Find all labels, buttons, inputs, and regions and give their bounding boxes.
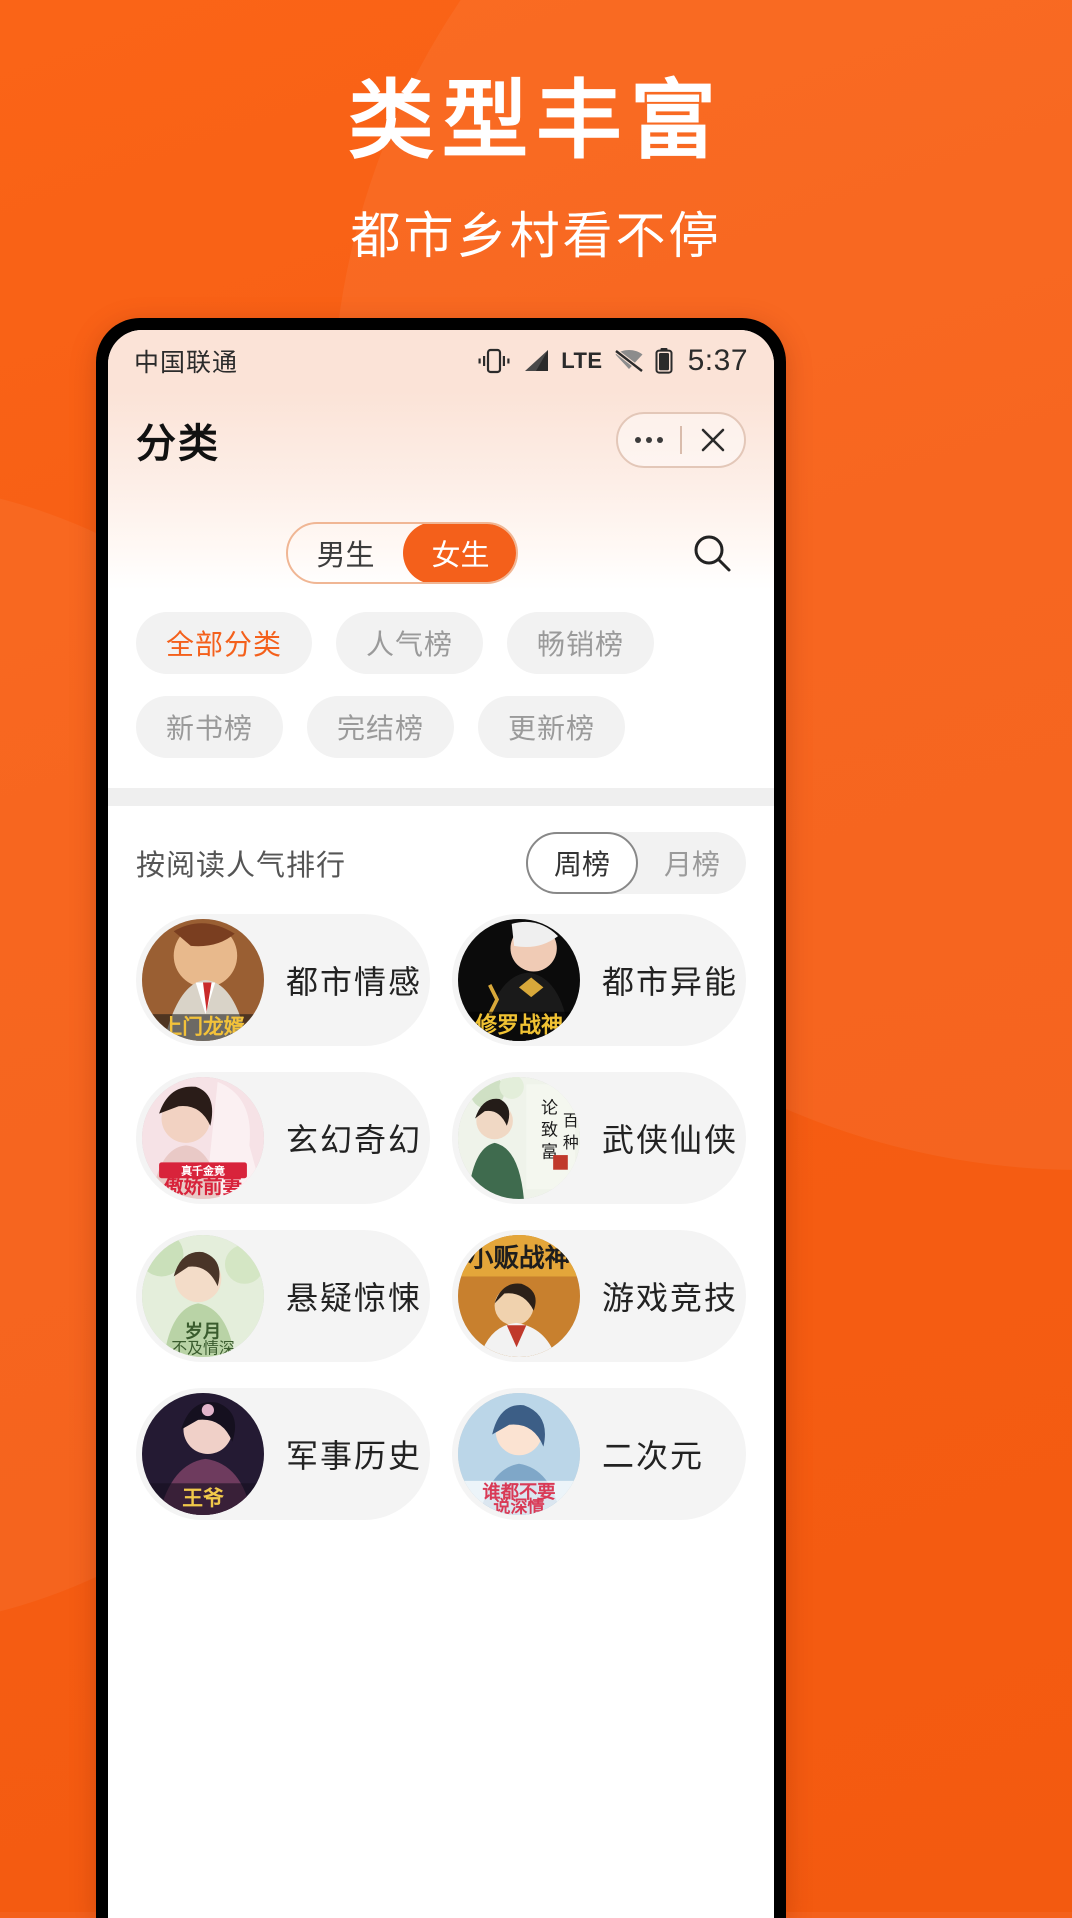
chip-bestseller[interactable]: 畅销榜	[507, 612, 655, 674]
category-label: 悬疑惊悚	[286, 1280, 423, 1316]
category-label: 武侠仙侠	[602, 1122, 739, 1158]
category-item-7[interactable]: 谁都不要 说深情 二次元	[452, 1388, 746, 1520]
ranking-header: 按阅读人气排行 周榜 月榜	[108, 806, 774, 908]
chip-new-books[interactable]: 新书榜	[136, 696, 284, 758]
svg-text:百: 百	[563, 1111, 579, 1130]
segment-option-male[interactable]: 男生	[288, 524, 403, 582]
phone-mockup: 中国联通 LTE 5:37 分类 男生 女生 全部分类 人气榜 畅销榜 新书榜 …	[96, 318, 786, 1918]
chip-popular[interactable]: 人气榜	[336, 612, 484, 674]
segment-option-female[interactable]: 女生	[403, 524, 516, 582]
book-cover-thumbnail: 谁都不要 说深情	[458, 1393, 580, 1515]
status-bar: 中国联通 LTE 5:37	[108, 330, 774, 392]
category-item-3[interactable]: 论 致 富 百 种 武侠仙侠	[452, 1072, 746, 1204]
ranking-title: 按阅读人气排行	[136, 850, 347, 882]
category-label: 二次元	[602, 1438, 705, 1474]
book-cover-thumbnail: 修罗战神	[458, 919, 580, 1041]
book-cover-thumbnail: 王爷	[142, 1393, 264, 1515]
status-icons: LTE 5:37	[477, 344, 748, 378]
signal-icon	[525, 350, 549, 371]
svg-text:致: 致	[541, 1121, 558, 1141]
svg-text:上门龙婿: 上门龙婿	[162, 1015, 245, 1039]
svg-text:小贩战神: 小贩战神	[468, 1244, 570, 1274]
svg-text:傲娇前妻: 傲娇前妻	[164, 1175, 242, 1198]
carrier-label: 中国联通	[134, 349, 239, 377]
app-header: 分类	[108, 392, 774, 488]
more-dots-icon	[635, 437, 663, 443]
category-item-2[interactable]: 真千金竟 傲娇前妻 玄幻奇幻	[136, 1072, 430, 1204]
toggle-weekly[interactable]: 周榜	[525, 832, 638, 894]
category-label: 都市情感	[286, 964, 423, 1000]
section-divider	[108, 788, 774, 806]
category-grid: 上门龙婿 都市情感 修罗战神 都市异能 真千金竟 傲娇前妻 玄幻奇幻 论 致 富…	[108, 908, 774, 1520]
battery-icon	[655, 348, 673, 374]
chip-completed[interactable]: 完结榜	[307, 696, 455, 758]
search-button[interactable]	[684, 525, 740, 581]
svg-text:种: 种	[563, 1133, 579, 1152]
category-item-0[interactable]: 上门龙婿 都市情感	[136, 914, 430, 1046]
phone-screen: 中国联通 LTE 5:37 分类 男生 女生 全部分类 人气榜 畅销榜 新书榜 …	[108, 330, 774, 1918]
filter-chips: 全部分类 人气榜 畅销榜 新书榜 完结榜 更新榜	[108, 590, 774, 788]
toggle-monthly[interactable]: 月榜	[638, 832, 746, 894]
svg-text:不及情深: 不及情深	[171, 1338, 235, 1357]
promo-title: 类型丰富	[348, 73, 724, 169]
close-icon	[701, 428, 725, 452]
category-item-6[interactable]: 王爷 军事历史	[136, 1388, 430, 1520]
segment-bar: 男生 女生	[108, 488, 774, 590]
category-item-4[interactable]: 岁月 不及情深 悬疑惊悚	[136, 1230, 430, 1362]
svg-text:论: 论	[541, 1099, 558, 1119]
close-button[interactable]	[682, 414, 744, 466]
lte-label: LTE	[561, 348, 603, 373]
header-actions	[616, 412, 746, 468]
chip-all-categories[interactable]: 全部分类	[136, 612, 313, 674]
svg-text:说深情: 说深情	[493, 1497, 544, 1515]
vibrate-icon	[478, 348, 510, 374]
category-item-1[interactable]: 修罗战神 都市异能	[452, 914, 746, 1046]
category-label: 都市异能	[602, 964, 739, 1000]
gender-segment-control[interactable]: 男生 女生	[286, 522, 518, 584]
book-cover-thumbnail: 真千金竟 傲娇前妻	[142, 1077, 264, 1199]
svg-text:王爷: 王爷	[182, 1486, 224, 1510]
clock-label: 5:37	[687, 344, 748, 377]
category-label: 军事历史	[286, 1438, 423, 1474]
category-label: 游戏竞技	[602, 1280, 739, 1316]
chip-updated[interactable]: 更新榜	[478, 696, 626, 758]
search-icon	[694, 535, 731, 572]
page-title: 分类	[136, 422, 220, 466]
category-label: 玄幻奇幻	[286, 1122, 423, 1158]
book-cover-thumbnail: 上门龙婿	[142, 919, 264, 1041]
wifi-off-icon	[614, 349, 643, 373]
book-cover-thumbnail: 小贩战神	[458, 1235, 580, 1357]
ranking-period-toggle[interactable]: 周榜 月榜	[525, 832, 746, 894]
svg-text:修罗战神: 修罗战神	[474, 1012, 563, 1038]
book-cover-thumbnail: 论 致 富 百 种	[458, 1077, 580, 1199]
more-button[interactable]	[618, 414, 680, 466]
promo-subtitle: 都市乡村看不停	[350, 208, 722, 264]
book-cover-thumbnail: 岁月 不及情深	[142, 1235, 264, 1357]
category-item-5[interactable]: 小贩战神 游戏竞技	[452, 1230, 746, 1362]
